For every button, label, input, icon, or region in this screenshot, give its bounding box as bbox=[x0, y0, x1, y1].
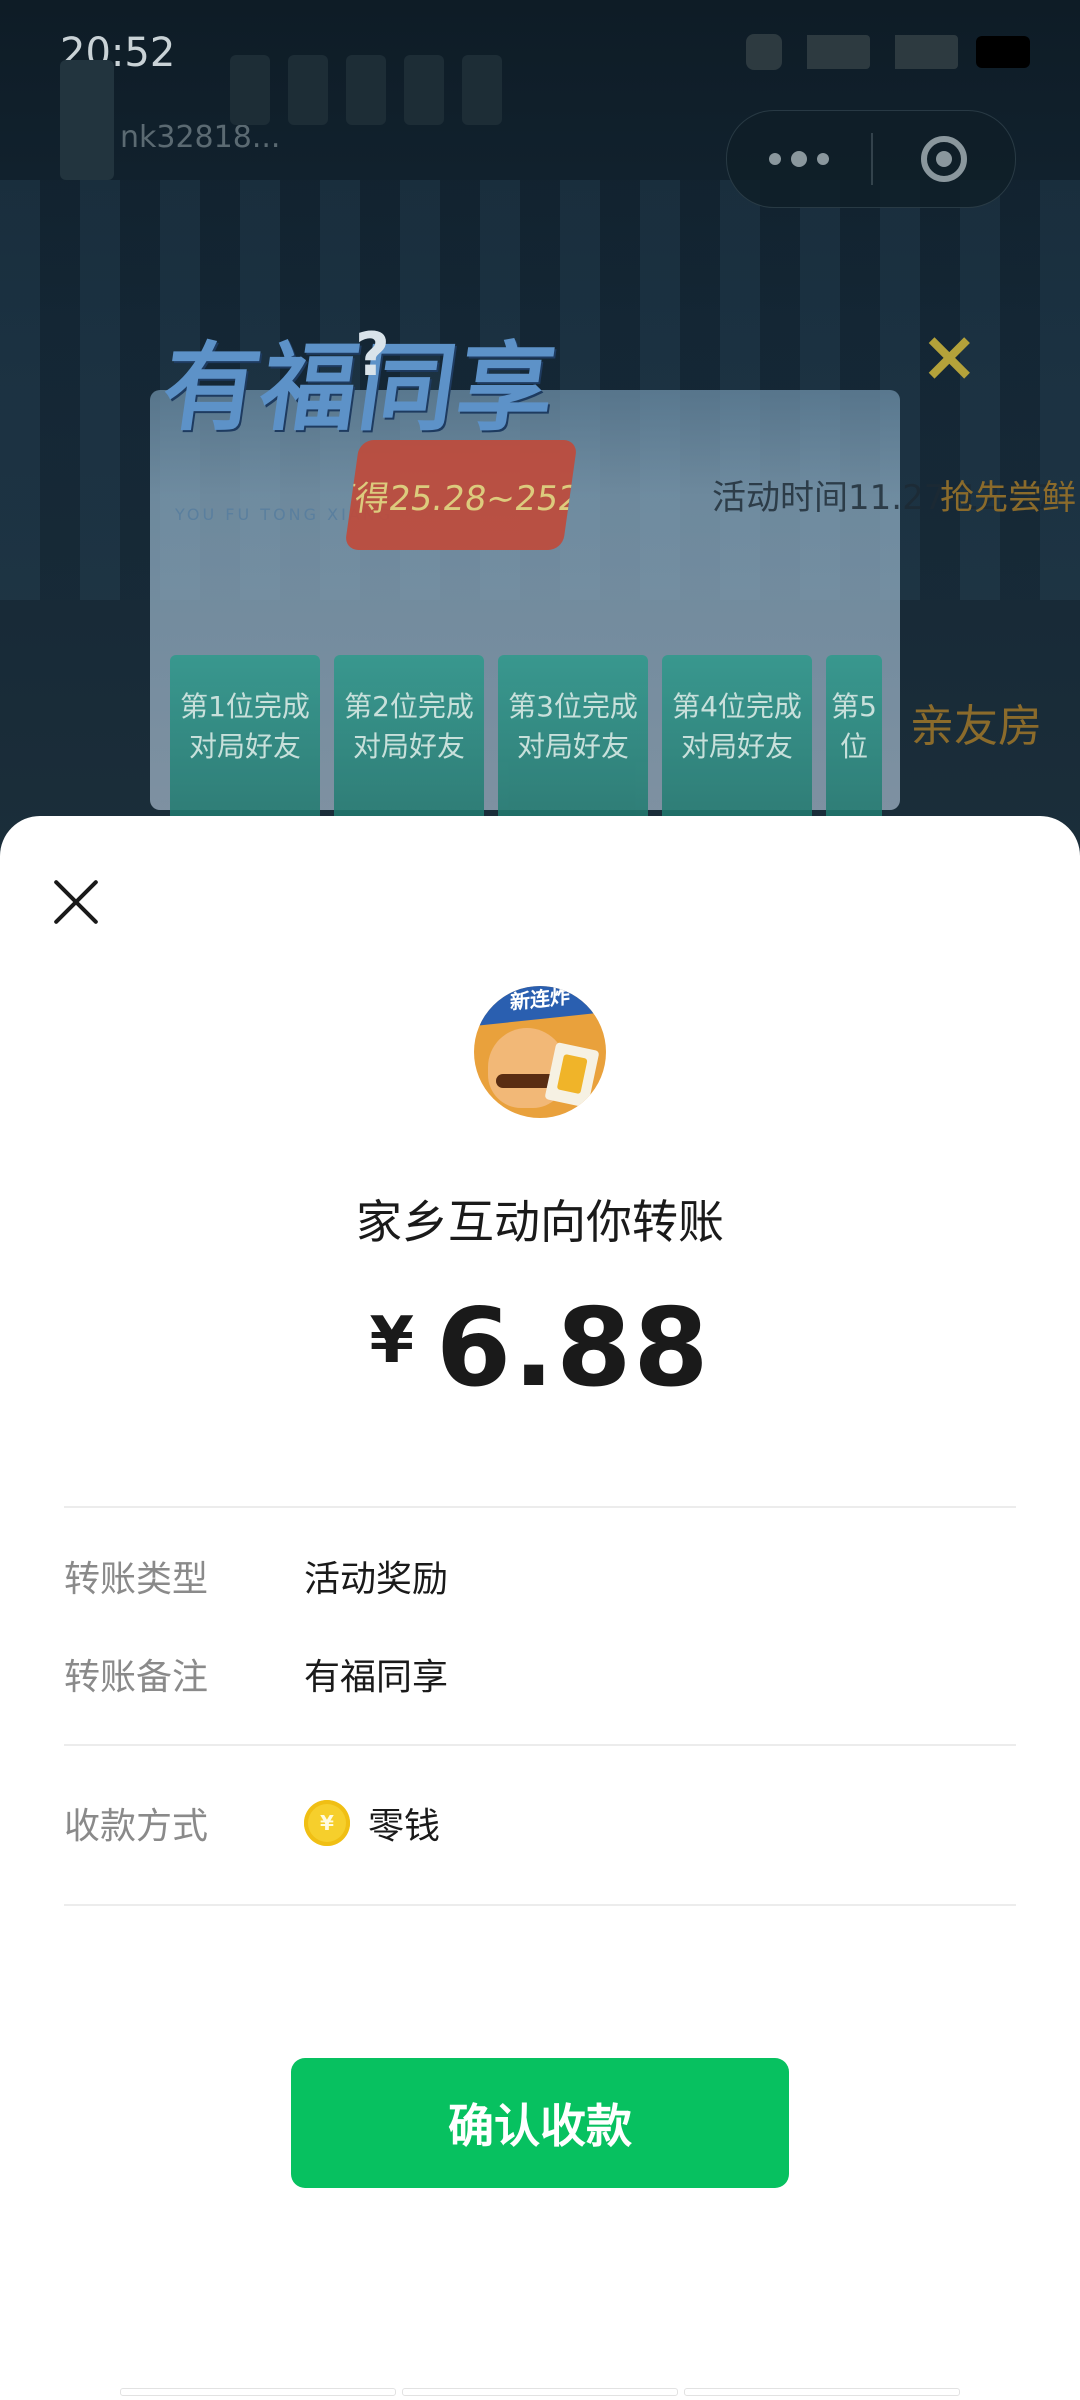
miniprogram-capsule bbox=[726, 110, 1016, 208]
detail-label: 转账备注 bbox=[64, 1657, 209, 1698]
transfer-amount: ¥6.88 bbox=[0, 1286, 1080, 1411]
transfer-sheet: 新连炸 家乡互动向你转账 ¥6.88 转账类型 活动奖励 转账备注 有福同享 收… bbox=[0, 816, 1080, 2400]
status-icons bbox=[746, 34, 1030, 70]
game-icon bbox=[346, 55, 386, 125]
status-bar: 20:52 bbox=[0, 0, 1080, 110]
question-icon: ? bbox=[355, 320, 390, 390]
bottom-tab-hint bbox=[120, 2388, 960, 2396]
banner-reward-pill: 累计可得25.28~252.88元 bbox=[344, 440, 578, 550]
confirm-receipt-button[interactable]: 确认收款 bbox=[291, 2058, 789, 2188]
payment-method-text: 零钱 bbox=[368, 1806, 441, 1847]
sender-avatar: 新连炸 bbox=[474, 986, 606, 1118]
coin-symbol: ¥ bbox=[320, 1811, 334, 1835]
detail-value: 有福同享 bbox=[304, 1657, 449, 1698]
side-label: 抢先尝鲜 bbox=[940, 478, 1076, 518]
detail-label: 转账类型 bbox=[64, 1559, 209, 1600]
game-icon bbox=[404, 55, 444, 125]
background-game-screen: 20:52 nk32818... 有福同享 ? YOU FU TONG XIAN… bbox=[0, 0, 1080, 860]
more-options-icon[interactable] bbox=[727, 111, 871, 207]
divider bbox=[64, 1744, 1016, 1746]
coin-icon: ¥ bbox=[304, 1800, 350, 1846]
game-top-icons bbox=[230, 55, 502, 125]
game-icon bbox=[288, 55, 328, 125]
signal-icon-2 bbox=[888, 35, 958, 69]
payment-label: 收款方式 bbox=[64, 1806, 209, 1847]
currency-symbol: ¥ bbox=[369, 1304, 415, 1378]
divider bbox=[64, 1506, 1016, 1508]
close-icon[interactable] bbox=[50, 876, 102, 928]
avatar-badge: 新连炸 bbox=[474, 986, 606, 1026]
player-id: nk32818... bbox=[120, 120, 281, 155]
detail-row-note: 转账备注 有福同享 bbox=[64, 1644, 1016, 1704]
divider bbox=[64, 1904, 1016, 1906]
alarm-icon bbox=[746, 34, 782, 70]
side-label: 亲友房 bbox=[910, 701, 1042, 752]
amount-value: 6.88 bbox=[436, 1286, 711, 1411]
game-icon bbox=[462, 55, 502, 125]
signal-icon bbox=[800, 35, 870, 69]
battery-icon bbox=[976, 36, 1030, 68]
detail-value: 活动奖励 bbox=[304, 1559, 449, 1600]
game-icon bbox=[230, 55, 270, 125]
detail-row-type: 转账类型 活动奖励 bbox=[64, 1546, 1016, 1606]
transfer-title: 家乡互动向你转账 bbox=[356, 1195, 724, 1249]
exit-miniprogram-icon[interactable] bbox=[873, 111, 1015, 207]
x-icon: × bbox=[920, 315, 979, 397]
payment-method-row: 收款方式 ¥ 零钱 bbox=[64, 1793, 1016, 1853]
player-avatar bbox=[60, 60, 114, 180]
payment-value: ¥ 零钱 bbox=[304, 1797, 440, 1849]
